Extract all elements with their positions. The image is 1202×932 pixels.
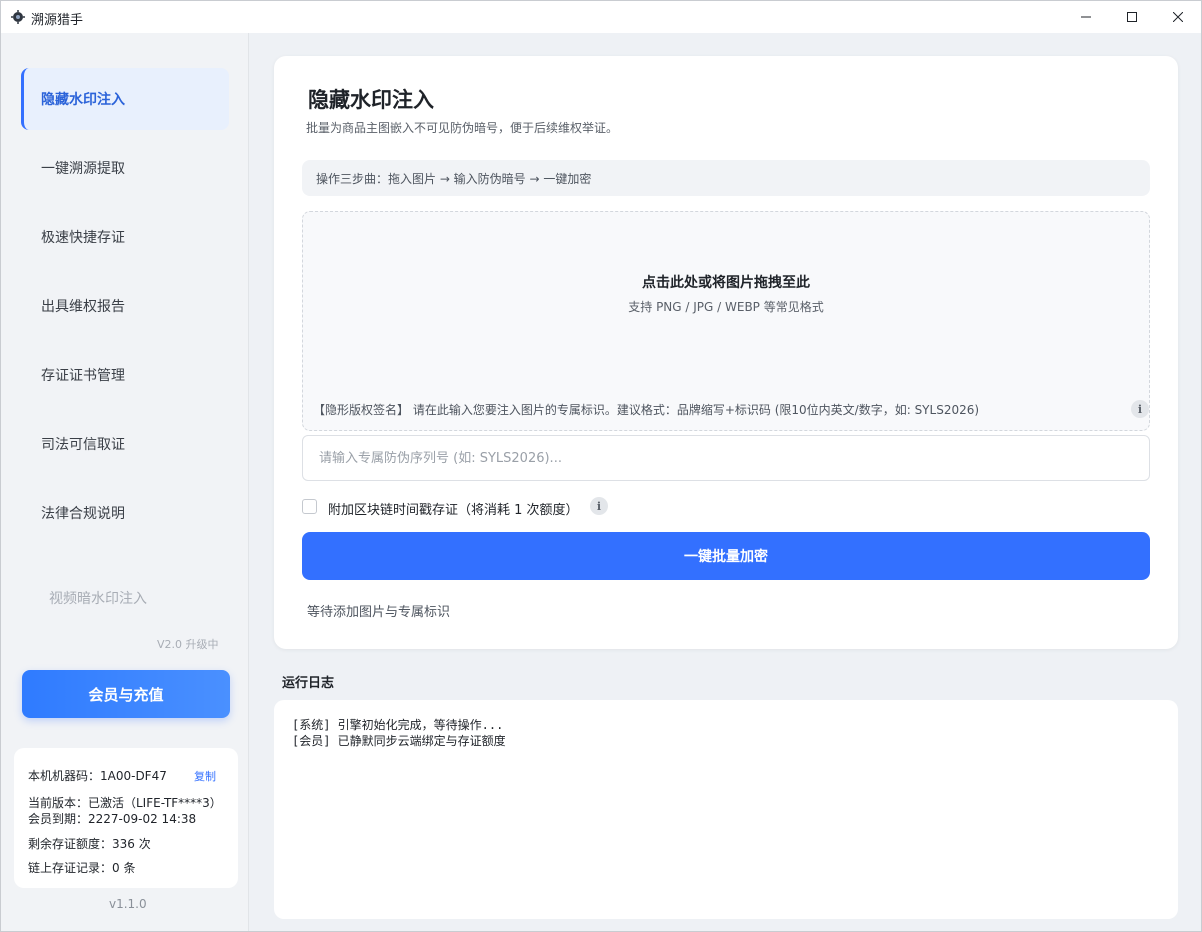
remaining-quota: 剩余存证额度：336 次 xyxy=(28,837,151,851)
app-version: v1.1.0 xyxy=(109,897,147,911)
page-title: 隐藏水印注入 xyxy=(308,88,434,112)
license-status: 当前版本：已激活（LIFE-TF****3） xyxy=(28,796,222,810)
dropzone-subtitle: 支持 PNG / JPG / WEBP 等常见格式 xyxy=(628,300,824,314)
log-line: [系统] 引擎初始化完成，等待操作... xyxy=(292,718,504,732)
sidebar-item-label: 出具维权报告 xyxy=(41,299,125,315)
maximize-button[interactable] xyxy=(1109,1,1155,33)
sidebar-item-label: 极速快捷存证 xyxy=(41,230,125,246)
blockchain-info-icon[interactable]: i xyxy=(590,497,608,515)
page-subtitle: 批量为商品主图嵌入不可见防伪暗号，便于后续维权举证。 xyxy=(306,121,619,135)
minimize-button[interactable] xyxy=(1063,1,1109,33)
signature-tag: 【隐形版权签名】 xyxy=(313,403,410,417)
run-log-panel: [系统] 引擎初始化完成，等待操作... [会员] 已静默同步云端绑定与存证额度 xyxy=(274,700,1178,919)
sidebar-item-label: 存证证书管理 xyxy=(41,368,125,384)
log-line: [会员] 已静默同步云端绑定与存证额度 xyxy=(292,734,506,748)
serial-number-input[interactable] xyxy=(302,435,1150,481)
signature-hint-text: 请在此输入您要注入图片的专属标识。建议格式：品牌缩写+标识码 (限10位内英文/… xyxy=(412,403,980,417)
signature-info-icon[interactable]: i xyxy=(1131,400,1149,418)
sidebar-item-judicial-evidence[interactable]: 司法可信取证 xyxy=(21,413,229,475)
copy-machine-code-button[interactable]: 复制 xyxy=(194,768,216,784)
chain-records: 链上存证记录：0 条 xyxy=(28,861,136,875)
dropzone-title: 点击此处或将图片拖拽至此 xyxy=(642,275,810,291)
window-title: 溯源猎手 xyxy=(31,13,84,28)
account-info-card: 本机机器码：1A00-DF47 复制 当前版本：已激活（LIFE-TF****3… xyxy=(14,748,238,888)
vip-recharge-button[interactable]: 会员与充值 xyxy=(22,670,230,718)
blockchain-timestamp-checkbox[interactable] xyxy=(302,499,317,514)
app-window: 溯源猎手 隐藏水印注入 一键溯源提取 极速快捷存证 出具维权报告 存证证书管理 … xyxy=(0,0,1202,932)
log-title: 运行日志 xyxy=(282,676,335,691)
sidebar-item-rights-report[interactable]: 出具维权报告 xyxy=(21,275,229,337)
minimize-icon xyxy=(1081,16,1091,18)
steps-text: 操作三步曲：拖入图片 → 输入防伪暗号 → 一键加密 xyxy=(316,171,592,186)
watermark-inject-panel: 隐藏水印注入 批量为商品主图嵌入不可见防伪暗号，便于后续维权举证。 操作三步曲：… xyxy=(274,56,1178,649)
upgrade-note: V2.0 升级中 xyxy=(157,638,219,651)
app-logo-icon xyxy=(11,10,25,24)
sidebar-item-label: 一键溯源提取 xyxy=(41,161,125,177)
image-dropzone[interactable]: 点击此处或将图片拖拽至此 支持 PNG / JPG / WEBP 等常见格式 【… xyxy=(302,211,1150,431)
close-icon xyxy=(1173,12,1183,22)
signature-hint: 【隐形版权签名】 请在此输入您要注入图片的专属标识。建议格式：品牌缩写+标识码 … xyxy=(313,401,979,418)
sidebar-item-video-watermark: 视频暗水印注入 xyxy=(49,591,147,607)
sidebar-item-label: 法律合规说明 xyxy=(41,506,125,522)
batch-encrypt-button[interactable]: 一键批量加密 xyxy=(302,532,1150,580)
sidebar-item-quick-evidence[interactable]: 极速快捷存证 xyxy=(21,206,229,268)
sidebar-item-label: 司法可信取证 xyxy=(41,437,125,453)
sidebar-item-label: 隐藏水印注入 xyxy=(41,92,125,108)
machine-code: 本机机器码：1A00-DF47 xyxy=(28,769,167,783)
sidebar: 隐藏水印注入 一键溯源提取 极速快捷存证 出具维权报告 存证证书管理 司法可信取… xyxy=(1,33,249,931)
blockchain-timestamp-label[interactable]: 附加区块链时间戳存证（将消耗 1 次额度） xyxy=(328,499,579,518)
status-message: 等待添加图片与专属标识 xyxy=(307,605,451,620)
title-bar: 溯源猎手 xyxy=(1,1,1201,33)
sidebar-item-watermark-inject[interactable]: 隐藏水印注入 xyxy=(21,68,229,130)
maximize-icon xyxy=(1127,12,1137,22)
sidebar-item-trace-extract[interactable]: 一键溯源提取 xyxy=(21,137,229,199)
sidebar-item-legal-compliance[interactable]: 法律合规说明 xyxy=(21,482,229,544)
membership-expiry: 会员到期：2227-09-02 14:38 xyxy=(28,812,197,826)
steps-guide: 操作三步曲：拖入图片 → 输入防伪暗号 → 一键加密 xyxy=(302,160,1150,196)
close-button[interactable] xyxy=(1155,1,1201,33)
sidebar-item-certificate-manage[interactable]: 存证证书管理 xyxy=(21,344,229,406)
